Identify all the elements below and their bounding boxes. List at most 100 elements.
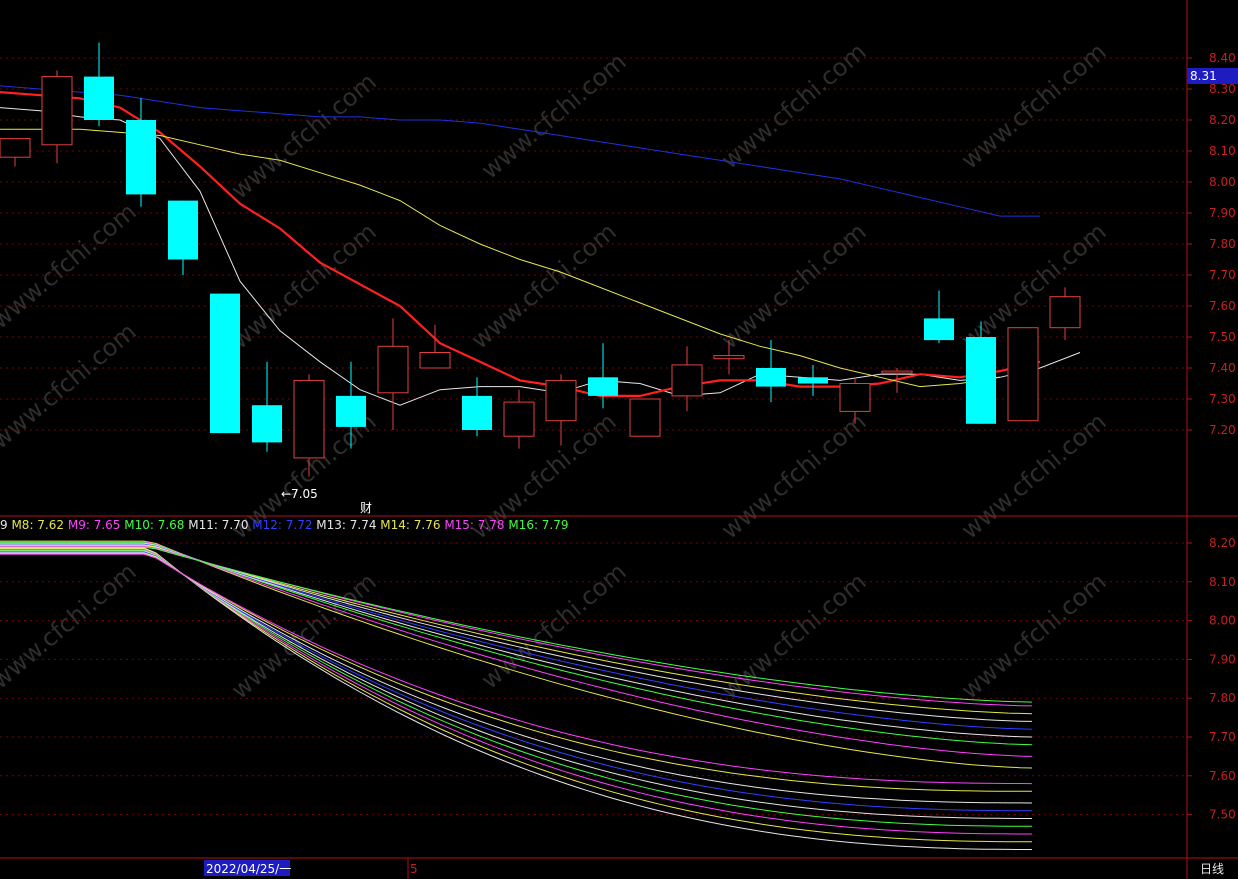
month-marker: 5 [410, 862, 418, 876]
price-tag-value: 8.31 [1190, 69, 1217, 83]
watermark: www.cfchi.com [716, 567, 872, 704]
legend-item: M11: 7.70 [188, 518, 252, 532]
watermark: www.cfchi.com [0, 317, 142, 454]
event-marker[interactable]: 财 [360, 501, 372, 515]
candle-body [336, 395, 366, 427]
top-price-axis: 8.40 8.30 8.20 8.10 8.00 7.90 7.80 7.70 7.60 7.50… [1187, 51, 1236, 437]
fan-line [0, 543, 1033, 730]
candle[interactable] [252, 361, 282, 452]
fan-line [0, 550, 1032, 819]
candle[interactable] [881, 368, 913, 393]
legend-item: M10: 7.68 [124, 518, 188, 532]
candlesticks[interactable] [0, 42, 1081, 477]
candle-body [293, 379, 325, 459]
legend-item: 9 [0, 518, 11, 532]
candle-body [503, 401, 535, 437]
candle-body [84, 76, 114, 120]
candle-body [210, 293, 240, 434]
candle[interactable] [798, 364, 828, 396]
tick-label: 8.00 [1209, 175, 1236, 189]
candle-body [1007, 327, 1039, 422]
watermark: www.cfchi.com [0, 557, 142, 694]
watermark: www.cfchi.com [0, 197, 142, 334]
watermark: www.cfchi.com [226, 217, 382, 354]
date-label: 2022/04/25/一 [206, 862, 291, 876]
tick-label: 8.20 [1209, 536, 1236, 550]
tick-label: 7.90 [1209, 206, 1236, 220]
candle-body [588, 377, 618, 396]
fan-line [0, 545, 1033, 715]
tick-label: 7.60 [1209, 769, 1236, 783]
tick-label: 7.50 [1209, 808, 1236, 822]
watermark: www.cfchi.com [476, 557, 632, 694]
fan-line [0, 549, 1032, 827]
legend-item: M15: 7.78 [444, 518, 508, 532]
fan-line [0, 547, 1032, 850]
period-label[interactable]: 日线 [1200, 862, 1224, 876]
tick-label: 8.00 [1209, 614, 1236, 628]
candle[interactable] [0, 138, 31, 167]
tick-label: 8.40 [1209, 51, 1236, 65]
candle[interactable] [1049, 287, 1081, 341]
candle[interactable] [210, 293, 240, 434]
tick-label: 7.90 [1209, 652, 1236, 666]
fan-line [0, 544, 1033, 722]
legend-item: M13: 7.74 [316, 518, 380, 532]
tick-label: 7.50 [1209, 330, 1236, 344]
time-axis[interactable]: 2022/04/25/一 5 日线 [204, 858, 1224, 879]
fan-line [0, 546, 1033, 703]
watermark: www.cfchi.com [716, 217, 872, 354]
candle-body [462, 395, 492, 430]
watermark: www.cfchi.com [716, 407, 872, 544]
candle[interactable] [671, 346, 703, 412]
fan-line [0, 551, 1032, 812]
bottom-price-axis: 8.20 8.10 8.00 7.90 7.80 7.70 7.60 7.50 [1187, 536, 1236, 822]
candle[interactable] [924, 290, 954, 344]
legend-item: M8: 7.62 [11, 518, 67, 532]
fan-line [0, 546, 1033, 707]
candle-body [252, 405, 282, 443]
candle-body [545, 379, 577, 422]
tick-label: 7.70 [1209, 730, 1236, 744]
tick-label: 7.60 [1209, 299, 1236, 313]
candle-body [377, 345, 409, 394]
candle[interactable] [1007, 327, 1039, 422]
price-tag: 8.31 [1187, 68, 1238, 84]
candle-body [966, 337, 996, 424]
candle-body [671, 364, 703, 397]
candle-body [839, 383, 871, 412]
candle-body [126, 120, 156, 195]
candle[interactable] [84, 42, 114, 127]
candle-body [419, 352, 451, 369]
tick-label: 7.80 [1209, 237, 1236, 251]
candle-body [1049, 296, 1081, 329]
candle-body [0, 138, 31, 158]
stock-chart[interactable]: www.cfchi.comwww.cfchi.com www.cfchi.com w… [0, 0, 1238, 879]
candle[interactable] [377, 318, 409, 430]
tick-label: 8.10 [1209, 144, 1236, 158]
candle-body [756, 368, 786, 387]
candle-body [168, 200, 198, 260]
tick-label: 7.30 [1209, 392, 1236, 406]
tick-label: 7.70 [1209, 268, 1236, 282]
watermark: www.cfchi.com [226, 67, 382, 204]
candle[interactable] [41, 70, 73, 164]
min-price-marker: ←7.05 [281, 487, 318, 501]
tick-label: 7.80 [1209, 691, 1236, 705]
ma-legend: 9 M8: 7.62 M9: 7.65 M10: 7.68 M11: 7.70 … [0, 518, 569, 532]
candle-body [798, 377, 828, 384]
candle[interactable] [168, 200, 198, 275]
tick-label: 7.20 [1209, 423, 1236, 437]
watermark: www.cfchi.com [956, 567, 1112, 704]
legend-item: M16: 7.79 [508, 518, 568, 532]
frame [0, 0, 1238, 879]
tick-label: 7.40 [1209, 361, 1236, 375]
watermark: www.cfchi.com [956, 407, 1112, 544]
candle[interactable] [756, 340, 786, 403]
candle-body [41, 76, 73, 146]
candle-body [629, 398, 661, 437]
legend-item: M12: 7.72 [252, 518, 316, 532]
tick-label: 8.20 [1209, 113, 1236, 127]
candle[interactable] [629, 398, 661, 437]
tick-label: 8.10 [1209, 575, 1236, 589]
